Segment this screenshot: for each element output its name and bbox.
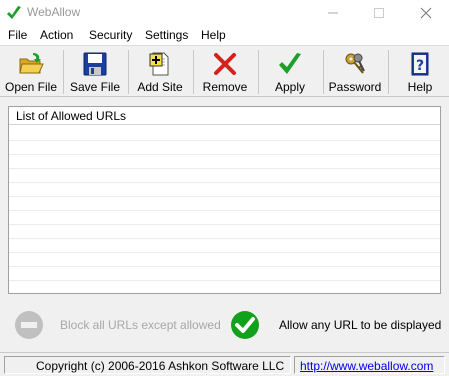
menu-file[interactable]: File: [8, 28, 27, 42]
row-gridline: [9, 266, 440, 267]
toolbar-separator: [128, 50, 129, 94]
question-book-icon: ?: [411, 52, 429, 76]
row-gridline: [9, 168, 440, 169]
close-button[interactable]: [403, 0, 449, 26]
menu-bar: File Action Security Settings Help: [0, 26, 449, 45]
menu-settings[interactable]: Settings: [145, 28, 188, 42]
row-gridline: [9, 280, 440, 281]
floppy-disk-icon: [83, 52, 107, 76]
block-mode-icon[interactable]: [14, 310, 44, 340]
help-label: Help: [407, 80, 433, 94]
menu-help[interactable]: Help: [201, 28, 226, 42]
list-rows: [9, 126, 440, 293]
row-gridline: [9, 224, 440, 225]
save-file-label: Save File: [69, 80, 121, 94]
row-gridline: [9, 238, 440, 239]
block-mode-label[interactable]: Block all URLs except allowed: [60, 318, 221, 332]
keys-icon: [345, 53, 365, 74]
toolbar-separator: [388, 50, 389, 94]
add-site-label: Add Site: [137, 80, 183, 94]
open-file-button[interactable]: Open File: [2, 49, 60, 95]
row-gridline: [9, 252, 440, 253]
apply-button[interactable]: Apply: [261, 49, 319, 95]
green-check-icon: [279, 53, 301, 74]
maximize-icon: [374, 8, 384, 18]
green-check-icon: [7, 6, 21, 19]
mode-selector: Block all URLs except allowed Allow any …: [0, 300, 449, 350]
add-site-button[interactable]: Add Site: [131, 49, 189, 95]
red-x-icon: [214, 53, 236, 75]
list-column-header[interactable]: List of Allowed URLs: [9, 107, 440, 125]
svg-text:?: ?: [416, 58, 424, 74]
toolbar-separator: [258, 50, 259, 94]
close-icon: [420, 7, 432, 19]
password-label: Password: [328, 80, 382, 94]
toolbar-separator: [63, 50, 64, 94]
row-gridline: [9, 196, 440, 197]
allowed-urls-list[interactable]: List of Allowed URLs: [8, 106, 441, 294]
remove-label: Remove: [202, 80, 248, 94]
allow-mode-label[interactable]: Allow any URL to be displayed: [279, 318, 441, 332]
help-button[interactable]: ? Help: [391, 49, 449, 95]
toolbar: Open File Save File Add Site Remove Appl…: [0, 45, 449, 97]
menu-action[interactable]: Action: [40, 28, 73, 42]
row-gridline: [9, 154, 440, 155]
allow-mode-icon[interactable]: [230, 310, 260, 340]
maximize-button[interactable]: [356, 0, 402, 26]
toolbar-separator: [323, 50, 324, 94]
status-bar: Copyright (c) 2006-2016 Ashkon Software …: [0, 352, 449, 376]
remove-button[interactable]: Remove: [196, 49, 254, 95]
password-button[interactable]: Password: [326, 49, 384, 95]
minimize-button[interactable]: [310, 0, 356, 26]
list-header-label: List of Allowed URLs: [16, 109, 127, 123]
website-link[interactable]: http://www.weballow.com: [300, 359, 433, 373]
menu-security[interactable]: Security: [89, 28, 132, 42]
minimize-icon: [328, 12, 338, 14]
row-gridline: [9, 210, 440, 211]
open-folder-icon: [19, 53, 44, 74]
row-gridline: [9, 140, 440, 141]
row-gridline: [9, 182, 440, 183]
apply-label: Apply: [274, 80, 306, 94]
add-page-icon: [149, 52, 169, 76]
copyright-text: Copyright (c) 2006-2016 Ashkon Software …: [36, 359, 285, 373]
url-pane: http://www.weballow.com: [294, 356, 445, 374]
window-title: WebAllow: [27, 5, 81, 19]
copyright-pane: Copyright (c) 2006-2016 Ashkon Software …: [4, 356, 291, 374]
open-file-label: Open File: [4, 80, 58, 94]
toolbar-separator: [193, 50, 194, 94]
save-file-button[interactable]: Save File: [66, 49, 124, 95]
title-bar: WebAllow: [0, 0, 449, 26]
